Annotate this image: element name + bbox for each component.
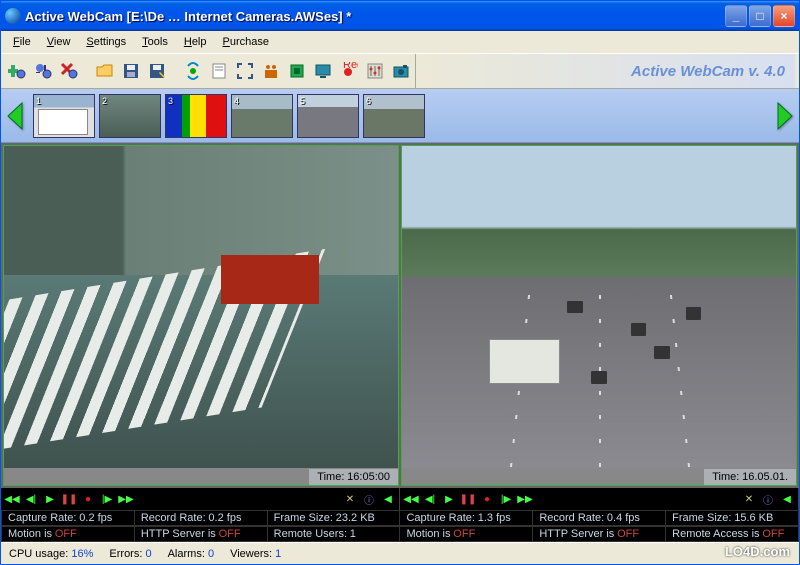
next-button-r[interactable]: ▶▶: [516, 490, 534, 508]
menu-tools[interactable]: Tools: [136, 34, 174, 50]
stat-right-record: Record Rate: 0.4 fps: [533, 510, 666, 526]
step-fwd-button[interactable]: |▶: [98, 490, 116, 508]
settings-panel-button[interactable]: [363, 59, 387, 83]
scroll-right-button[interactable]: [771, 97, 799, 135]
brand-label: Active WebCam v. 4.0: [415, 54, 795, 88]
page-button[interactable]: [207, 59, 231, 83]
play-button[interactable]: ▶: [41, 490, 59, 508]
play-button-r[interactable]: ▶: [440, 490, 458, 508]
next-button[interactable]: ▶▶: [117, 490, 135, 508]
stat-right-frame: Frame Size: 15.6 KB: [666, 510, 799, 526]
window-buttons: _ □ ×: [725, 5, 795, 27]
step-back-button-r[interactable]: ◀|: [421, 490, 439, 508]
step-fwd-button-r[interactable]: |▶: [497, 490, 515, 508]
stat-left-record: Record Rate: 0.2 fps: [135, 510, 268, 526]
app-window: Active WebCam [E:\De … Internet Cameras.…: [0, 0, 800, 565]
record-button-r[interactable]: ●: [478, 490, 496, 508]
maximize-button[interactable]: □: [749, 5, 771, 27]
record-button[interactable]: Rec: [337, 59, 361, 83]
titlebar: Active WebCam [E:\De … Internet Cameras.…: [1, 1, 799, 31]
filmstrip: 1 2 3 4 5 6: [1, 89, 799, 143]
camera-feed-right: [402, 146, 796, 468]
fullscreen-button[interactable]: [233, 59, 257, 83]
timestamp-right: Time: 16.05.01.: [704, 468, 796, 485]
save-button[interactable]: [119, 59, 143, 83]
broadcast-button[interactable]: [181, 59, 205, 83]
save-as-button[interactable]: [145, 59, 169, 83]
pause-button[interactable]: ❚❚: [60, 490, 78, 508]
tv-display-button[interactable]: [311, 59, 335, 83]
stat-right-motion: Motion is OFF: [400, 526, 533, 542]
transport-right: ◀◀ ◀| ▶ ❚❚ ● |▶ ▶▶ ✕ ⓘ ◀: [400, 488, 799, 510]
stats-panel: Capture Rate: 0.2 fps Record Rate: 0.2 f…: [1, 510, 799, 542]
snapshot-button[interactable]: [389, 59, 413, 83]
tools-icon-r[interactable]: ✕: [740, 490, 758, 508]
menu-view[interactable]: View: [41, 34, 77, 50]
status-cpu: CPU usage: 16%: [9, 548, 93, 560]
transport-bars: ◀◀ ◀| ▶ ❚❚ ● |▶ ▶▶ ✕ ⓘ ◀ ◀◀ ◀| ▶ ❚❚ ● |▶…: [1, 488, 799, 510]
status-alarms: Alarms: 0: [168, 548, 214, 560]
thumb-5[interactable]: 5: [297, 94, 359, 138]
collapse-icon-r[interactable]: ◀: [778, 490, 796, 508]
minimize-button[interactable]: _: [725, 5, 747, 27]
people-button[interactable]: [259, 59, 283, 83]
configure-camera-button[interactable]: [31, 59, 55, 83]
tools-icon[interactable]: ✕: [341, 490, 359, 508]
thumb-6[interactable]: 6: [363, 94, 425, 138]
stat-right-http: HTTP Server is OFF: [533, 526, 666, 542]
status-errors: Errors: 0: [109, 548, 151, 560]
device-button[interactable]: [285, 59, 309, 83]
watermark: LO4D.com: [725, 544, 790, 559]
prev-button-r[interactable]: ◀◀: [402, 490, 420, 508]
stat-left-frame: Frame Size: 23.2 KB: [268, 510, 401, 526]
view-area: Time: 16:05:00 Time: 16.05.01.: [1, 143, 799, 488]
menu-purchase[interactable]: Purchase: [217, 34, 275, 50]
menu-help[interactable]: Help: [178, 34, 213, 50]
pause-button-r[interactable]: ❚❚: [459, 490, 477, 508]
close-button[interactable]: ×: [773, 5, 795, 27]
timestamp-left: Time: 16:05:00: [309, 468, 398, 485]
open-button[interactable]: [93, 59, 117, 83]
svg-text:Rec: Rec: [343, 62, 358, 71]
info-icon-r[interactable]: ⓘ: [759, 490, 777, 508]
camera-feed-left: [4, 146, 398, 468]
add-camera-button[interactable]: [5, 59, 29, 83]
prev-button[interactable]: ◀◀: [3, 490, 21, 508]
record-button-left[interactable]: ●: [79, 490, 97, 508]
step-back-button[interactable]: ◀|: [22, 490, 40, 508]
delete-camera-button[interactable]: [57, 59, 81, 83]
status-viewers: Viewers: 1: [230, 548, 281, 560]
app-icon: [5, 8, 21, 24]
camera-view-right[interactable]: Time: 16.05.01.: [401, 145, 797, 486]
stat-right-capture: Capture Rate: 1.3 fps: [400, 510, 533, 526]
info-icon[interactable]: ⓘ: [360, 490, 378, 508]
thumbnails: 1 2 3 4 5 6: [29, 90, 429, 142]
toolbar: Rec Active WebCam v. 4.0: [1, 53, 799, 89]
scroll-left-button[interactable]: [1, 97, 29, 135]
stat-left-http: HTTP Server is OFF: [135, 526, 268, 542]
thumb-1[interactable]: 1: [33, 94, 95, 138]
menu-settings[interactable]: Settings: [80, 34, 132, 50]
stat-right-remote: Remote Access is OFF: [666, 526, 799, 542]
stat-left-capture: Capture Rate: 0.2 fps: [1, 510, 135, 526]
thumb-4[interactable]: 4: [231, 94, 293, 138]
thumb-2[interactable]: 2: [99, 94, 161, 138]
stat-left-remote: Remote Users: 1: [268, 526, 401, 542]
collapse-icon[interactable]: ◀: [379, 490, 397, 508]
window-title: Active WebCam [E:\De … Internet Cameras.…: [25, 9, 725, 24]
statusbar: CPU usage: 16% Errors: 0 Alarms: 0 Viewe…: [1, 542, 799, 564]
transport-left: ◀◀ ◀| ▶ ❚❚ ● |▶ ▶▶ ✕ ⓘ ◀: [1, 488, 400, 510]
menubar: File View Settings Tools Help Purchase: [1, 31, 799, 53]
menu-file[interactable]: File: [7, 34, 37, 50]
stat-left-motion: Motion is OFF: [1, 526, 135, 542]
camera-view-left[interactable]: Time: 16:05:00: [3, 145, 399, 486]
thumb-3[interactable]: 3: [165, 94, 227, 138]
